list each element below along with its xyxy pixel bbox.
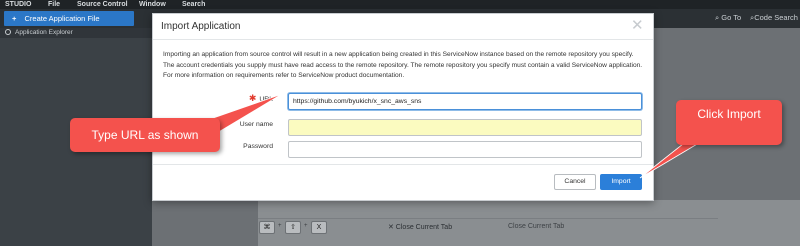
dialog-title: Import Application [161,21,241,32]
x-key: X [311,221,327,234]
close-current-tab-shortcut-alt: Close Current Tab [508,223,565,230]
url-label: URL [259,96,273,103]
plus-icon: + [12,14,17,23]
application-explorer-title: Application Explorer [15,29,73,36]
menu-window[interactable]: Window [139,0,166,9]
shortcut-row [258,218,718,236]
dialog-header: Import Application ✕ [153,14,653,40]
collapse-icon[interactable] [5,29,11,35]
shift-key: ⇧ [285,221,301,234]
create-application-file-label: Create Application File [24,14,100,23]
menu-source-control[interactable]: Source Control [77,0,128,9]
menu-search[interactable]: Search [182,0,205,9]
menu-file[interactable]: File [48,0,60,9]
import-application-dialog: Import Application ✕ Importing an applic… [152,13,654,201]
password-input[interactable] [288,141,642,158]
close-icon[interactable]: ✕ [631,18,644,33]
search-icon: ⌕ [715,13,720,22]
code-search-button[interactable]: ⌕Code Search [750,13,798,23]
dialog-description: Importing an application from source con… [163,51,643,79]
required-icon: ✱ [248,93,257,103]
key-plus: + [304,223,308,229]
application-explorer-header[interactable]: Application Explorer [0,28,152,38]
type-url-callout: Type URL as shown [70,118,220,152]
key-plus: + [278,223,282,229]
command-key: ⌘ [259,221,275,234]
go-to-label: Go To [721,13,742,22]
cancel-button[interactable]: Cancel [554,174,596,190]
username-input[interactable] [288,119,642,136]
close-current-tab-shortcut: ✕ Close Current Tab [388,224,453,231]
code-search-label: Code Search [754,13,798,22]
create-application-file-button[interactable]: + Create Application File [4,11,134,26]
menu-bar: STUDIO File Source Control Window Search [0,0,800,9]
dialog-footer-divider [153,164,653,165]
menu-studio[interactable]: STUDIO [5,0,31,9]
import-button[interactable]: Import [600,174,642,190]
click-import-callout: Click Import [676,100,782,145]
url-input[interactable] [288,93,642,110]
go-to-button[interactable]: ⌕ Go To [715,13,741,23]
url-label-row: ✱ URL [193,93,273,104]
